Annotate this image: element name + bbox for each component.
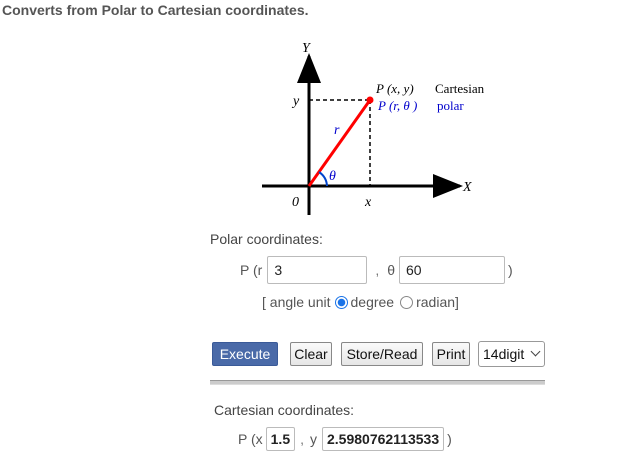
cartesian-output-row: P (x 1.5 , y 2.5980762113533 ) xyxy=(238,427,452,451)
p-r-label: P (r xyxy=(240,262,263,278)
theta-input[interactable]: 60 xyxy=(399,256,505,284)
digits-select-value: 14digit xyxy=(483,346,525,362)
angle-arc xyxy=(318,171,328,187)
y-label: y xyxy=(310,431,317,447)
radian-option-label[interactable]: radian] xyxy=(416,294,459,310)
separator xyxy=(210,380,545,385)
axis-y-label: Y xyxy=(302,41,312,56)
polar-point-label: P (r, θ ) xyxy=(377,98,417,113)
label-origin: 0 xyxy=(292,195,299,210)
x-output: 1.5 xyxy=(265,427,296,451)
point-p xyxy=(366,96,374,104)
cartesian-point-label: P (x, y) xyxy=(375,81,414,96)
cartesian-section-label: Cartesian coordinates: xyxy=(214,402,355,418)
chevron-down-icon xyxy=(530,346,541,357)
degree-option-label[interactable]: degree xyxy=(351,294,395,310)
polar-section-label: Polar coordinates: xyxy=(210,231,323,247)
theta-label: θ xyxy=(387,262,395,278)
label-r: r xyxy=(334,123,340,138)
p-x-label: P (x xyxy=(238,431,263,447)
label-theta: θ xyxy=(329,169,336,184)
store-read-button[interactable]: Store/Read xyxy=(341,342,423,366)
y-output: 2.5980762113533 xyxy=(322,427,445,451)
label-y: y xyxy=(291,94,300,109)
output-close-paren-label: ) xyxy=(447,431,452,447)
digits-select[interactable]: 14digit xyxy=(478,341,545,367)
axis-x-label: X xyxy=(462,180,472,195)
clear-button[interactable]: Clear xyxy=(290,342,332,366)
execute-button[interactable]: Execute xyxy=(212,342,278,366)
r-input[interactable]: 3 xyxy=(267,256,368,284)
cartesian-word: Cartesian xyxy=(435,81,485,96)
polar-cartesian-diagram: Y X y x 0 r θ P (x, y) Cartesian P (r, θ… xyxy=(262,41,485,215)
comma-output-label: , xyxy=(300,431,304,447)
degree-radio[interactable] xyxy=(334,295,348,309)
angle-unit-row: [ angle unit degree radian] xyxy=(262,294,459,310)
radian-radio[interactable] xyxy=(400,295,414,309)
polar-input-row: P (r 3 , θ 60 ) xyxy=(240,256,513,284)
close-paren-label: ) xyxy=(508,262,513,278)
label-x: x xyxy=(364,195,372,210)
print-button[interactable]: Print xyxy=(432,342,470,366)
angle-unit-label: [ angle unit xyxy=(262,294,331,310)
comma-label: , xyxy=(375,262,380,278)
polar-word: polar xyxy=(437,98,464,113)
radius-line xyxy=(307,99,372,187)
